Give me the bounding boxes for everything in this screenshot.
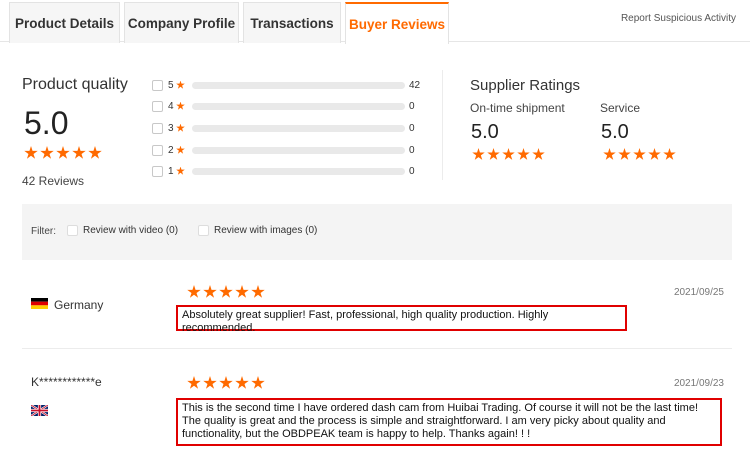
star-icon bbox=[187, 285, 201, 298]
review-count: 42 Reviews bbox=[22, 174, 85, 188]
tab-buyer-reviews[interactable]: Buyer Reviews bbox=[345, 2, 449, 44]
rating-row-1[interactable]: 1 0 bbox=[152, 164, 422, 178]
star-icon bbox=[487, 148, 500, 160]
tab-company-profile[interactable]: Company Profile bbox=[124, 2, 239, 43]
reviewer-name: K************e bbox=[31, 375, 102, 389]
star-icon bbox=[40, 146, 54, 159]
rating-bar bbox=[192, 81, 405, 89]
filter-with-images[interactable]: Review with images (0) bbox=[198, 225, 317, 236]
rating-bar bbox=[192, 124, 405, 132]
product-quality-title: Product quality bbox=[22, 76, 128, 93]
star-icon bbox=[88, 146, 102, 159]
star-icon bbox=[72, 146, 86, 159]
rating-row-2[interactable]: 2 0 bbox=[152, 143, 422, 157]
tab-product-details[interactable]: Product Details bbox=[9, 2, 120, 43]
review-stars bbox=[187, 376, 265, 390]
filter-images-checkbox[interactable] bbox=[198, 225, 209, 236]
product-quality-score: 5.0 bbox=[24, 105, 69, 141]
supplier-ratings-title: Supplier Ratings bbox=[470, 77, 581, 94]
rating-checkbox[interactable] bbox=[152, 79, 163, 91]
star-icon bbox=[203, 285, 217, 298]
rating-bar bbox=[192, 167, 405, 175]
rating-summary: Product quality 5.0 42 Reviews 5 42 4 0 … bbox=[0, 42, 750, 192]
filter-video-label: Review with video (0) bbox=[83, 225, 179, 236]
review-filter: Filter: Review with video (0) Review wit… bbox=[22, 204, 732, 260]
review-text: This is the second time I have ordered d… bbox=[176, 398, 722, 446]
germany-flag-icon bbox=[31, 298, 48, 309]
review-stars bbox=[187, 285, 265, 299]
star-icon bbox=[472, 148, 485, 160]
star-icon bbox=[251, 285, 265, 298]
rating-bar bbox=[192, 146, 405, 154]
service-stars bbox=[603, 148, 676, 161]
service-score: 5.0 bbox=[601, 121, 629, 143]
star-icon bbox=[24, 146, 38, 159]
on-time-shipment-label: On-time shipment bbox=[470, 101, 565, 115]
reviewer-country: Germany bbox=[54, 298, 104, 312]
star-icon bbox=[251, 376, 265, 389]
filter-images-label: Review with images (0) bbox=[214, 225, 318, 236]
filter-label: Filter: bbox=[31, 226, 56, 237]
uk-flag-icon bbox=[31, 405, 48, 416]
rating-count: 42 bbox=[409, 79, 421, 91]
service-label: Service bbox=[600, 101, 641, 115]
filter-video-checkbox[interactable] bbox=[67, 225, 78, 236]
review-date: 2021/09/25 bbox=[673, 287, 724, 298]
divider bbox=[442, 70, 443, 180]
rating-row-5[interactable]: 5 42 bbox=[152, 78, 422, 92]
star-icon bbox=[532, 148, 545, 160]
rating-count: 0 bbox=[409, 100, 415, 112]
star-icon bbox=[618, 148, 631, 160]
rating-row-3[interactable]: 3 0 bbox=[152, 121, 422, 135]
rating-bar bbox=[192, 102, 405, 110]
rating-count: 0 bbox=[409, 122, 415, 134]
review-text: Absolutely great supplier! Fast, profess… bbox=[176, 305, 627, 334]
star-icon bbox=[187, 376, 201, 389]
star-icon bbox=[56, 146, 70, 159]
review-divider bbox=[22, 348, 732, 349]
star-icon bbox=[219, 376, 233, 389]
star-icon bbox=[203, 376, 217, 389]
star-icon bbox=[517, 148, 530, 160]
tab-bar: Product Details Company Profile Transact… bbox=[0, 0, 750, 44]
rating-checkbox[interactable] bbox=[152, 100, 163, 112]
on-time-shipment-score: 5.0 bbox=[471, 121, 499, 143]
rating-checkbox[interactable] bbox=[152, 122, 163, 134]
star-icon bbox=[603, 148, 616, 160]
rating-checkbox[interactable] bbox=[152, 144, 163, 156]
rating-count: 0 bbox=[409, 165, 415, 177]
star-icon bbox=[502, 148, 515, 160]
star-icon bbox=[235, 285, 249, 298]
filter-with-video[interactable]: Review with video (0) bbox=[67, 225, 178, 236]
rating-checkbox[interactable] bbox=[152, 165, 163, 177]
star-icon bbox=[219, 285, 233, 298]
star-icon bbox=[663, 148, 676, 160]
star-icon bbox=[235, 376, 249, 389]
star-icon bbox=[633, 148, 646, 160]
rating-row-4[interactable]: 4 0 bbox=[152, 99, 422, 113]
rating-count: 0 bbox=[409, 144, 415, 156]
review-date: 2021/09/23 bbox=[673, 378, 724, 389]
on-time-shipment-stars bbox=[472, 148, 545, 161]
star-icon bbox=[648, 148, 661, 160]
product-quality-stars bbox=[24, 146, 102, 160]
report-suspicious-activity-link[interactable]: Report Suspicious Activity bbox=[621, 13, 736, 24]
tab-transactions[interactable]: Transactions bbox=[243, 2, 341, 43]
